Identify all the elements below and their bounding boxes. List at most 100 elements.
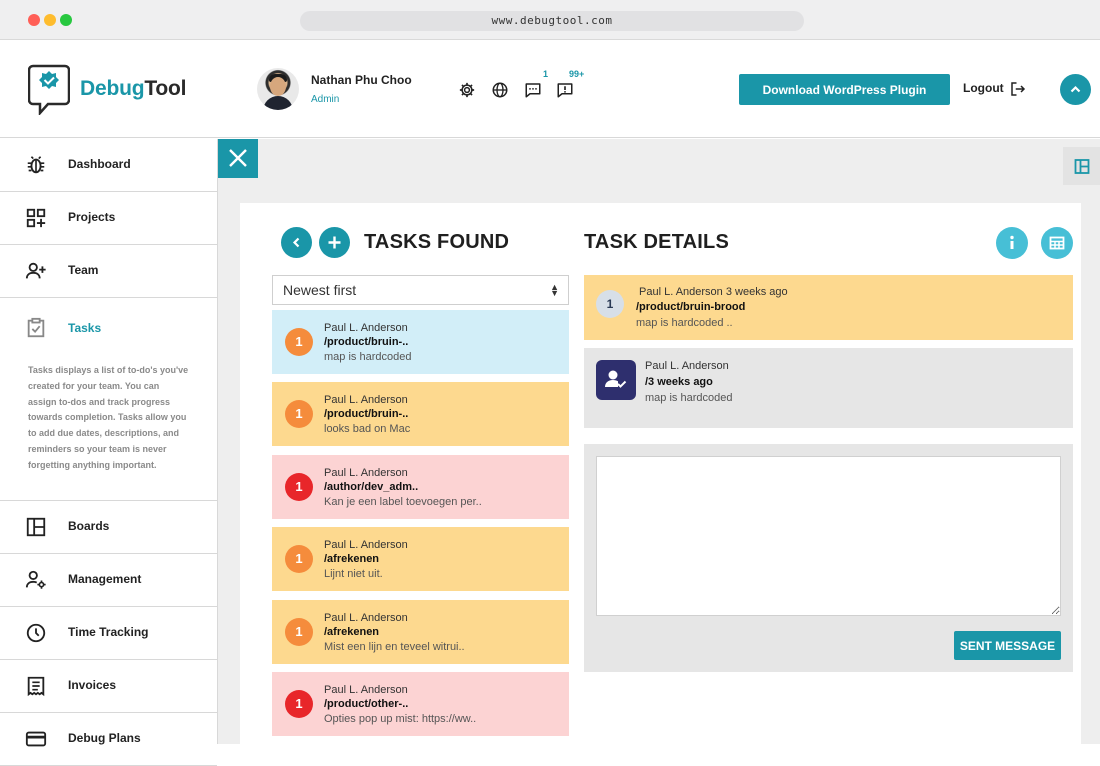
sidebar-item-management[interactable]: Management xyxy=(0,554,217,607)
alert-message-icon[interactable] xyxy=(556,81,574,99)
task-description: map is hardcoded xyxy=(324,351,412,363)
back-button[interactable] xyxy=(281,227,312,258)
task-author: Paul L. Anderson xyxy=(324,394,408,406)
layout-icon xyxy=(1074,159,1090,174)
task-card[interactable]: 1 Paul L. Anderson /product/other-.. Opt… xyxy=(272,672,569,736)
info-button[interactable] xyxy=(996,227,1028,259)
sidebar-item-time-tracking[interactable]: Time Tracking xyxy=(0,607,217,660)
task-description: looks bad on Mac xyxy=(324,423,411,435)
task-path: /product/other-.. xyxy=(324,698,409,710)
brand-logo[interactable]: DebugTool xyxy=(28,63,208,117)
task-path: /product/bruin-.. xyxy=(324,336,409,348)
task-priority-badge: 1 xyxy=(285,690,313,718)
address-bar[interactable]: www.debugtool.com xyxy=(300,11,804,31)
task-path: /afrekenen xyxy=(324,626,380,638)
table-icon xyxy=(1049,236,1065,250)
send-message-button[interactable]: SENT MESSAGE xyxy=(954,631,1061,660)
task-priority-badge: 1 xyxy=(285,400,313,428)
task-path: /product/bruin-.. xyxy=(324,408,409,420)
task-author: Paul L. Anderson xyxy=(324,322,408,334)
task-description: Kan je een label toevoegen per.. xyxy=(324,496,482,508)
checklist-icon xyxy=(27,317,45,338)
gear-icon[interactable] xyxy=(458,81,476,99)
download-plugin-button[interactable]: Download WordPress Plugin xyxy=(739,74,950,105)
task-description: Lijnt niet uit. xyxy=(324,568,383,580)
user-check-avatar xyxy=(596,360,636,400)
task-summary-author: Paul L. Anderson 3 weeks ago xyxy=(639,286,788,298)
logo-bug-chat-icon xyxy=(28,64,70,115)
task-priority-badge: 1 xyxy=(285,473,313,501)
task-author: Paul L. Anderson xyxy=(324,467,408,479)
sort-select-value: Newest first xyxy=(283,282,357,298)
task-description: Opties pop up mist: https://ww.. xyxy=(324,713,477,725)
comment-author: Paul L. Anderson xyxy=(645,360,729,372)
task-card[interactable]: 1 Paul L. Anderson /product/bruin-.. loo… xyxy=(272,382,569,446)
invoice-icon xyxy=(27,676,45,697)
card-icon xyxy=(25,731,47,747)
sidebar: Dashboard Projects Team Tasks Tasks disp… xyxy=(0,139,218,766)
task-card[interactable]: 1 Paul L. Anderson /afrekenen Lijnt niet… xyxy=(272,527,569,591)
task-details-title: TASK DETAILS xyxy=(584,231,729,253)
logout-icon[interactable] xyxy=(1009,80,1027,98)
brand-name: DebugTool xyxy=(80,77,187,100)
layout-toggle-button[interactable] xyxy=(1063,147,1100,185)
sidebar-item-projects[interactable]: Projects xyxy=(0,192,217,245)
close-panel-button[interactable] xyxy=(218,139,258,178)
browser-chrome: www.debugtool.com xyxy=(0,0,1100,40)
task-author: Paul L. Anderson xyxy=(324,684,408,696)
user-name: Nathan Phu Choo xyxy=(311,73,412,87)
task-path: /afrekenen xyxy=(324,553,380,565)
add-task-button[interactable] xyxy=(319,227,350,258)
chevron-left-icon xyxy=(292,237,300,248)
task-summary-path: /product/bruin-brood xyxy=(636,301,746,313)
sidebar-item-boards[interactable]: Boards xyxy=(0,501,217,554)
logout-link[interactable]: Logout xyxy=(963,81,1004,95)
task-card[interactable]: 1 Paul L. Anderson /author/dev_adm.. Kan… xyxy=(272,455,569,519)
tasks-title: TASKS FOUND xyxy=(364,231,510,253)
chat-badge: 1 xyxy=(543,69,549,79)
sidebar-item-debug-plans[interactable]: Debug Plans xyxy=(0,713,217,766)
chevron-up-icon xyxy=(1070,85,1081,93)
window-close-dot[interactable] xyxy=(28,14,40,26)
user-gear-icon xyxy=(25,570,46,589)
window-minimize-dot[interactable] xyxy=(44,14,56,26)
comment-time: /3 weeks ago xyxy=(645,376,713,388)
info-icon xyxy=(1010,235,1014,249)
alert-badge: 99+ xyxy=(569,69,585,79)
task-priority-badge: 1 xyxy=(285,328,313,356)
task-author: Paul L. Anderson xyxy=(324,539,408,551)
tasks-description: Tasks displays a list of to-do's you've … xyxy=(28,365,189,470)
plus-icon xyxy=(328,236,341,249)
sidebar-item-invoices[interactable]: Invoices xyxy=(0,660,217,713)
user-role: Admin xyxy=(311,94,340,105)
scroll-up-button[interactable] xyxy=(1060,74,1091,105)
avatar[interactable] xyxy=(257,68,299,110)
close-icon xyxy=(229,149,247,167)
chat-icon[interactable] xyxy=(524,81,542,99)
sort-select[interactable]: Newest first ▲ ▼ xyxy=(272,275,569,305)
task-path: /author/dev_adm.. xyxy=(324,481,419,493)
sidebar-item-dashboard[interactable]: Dashboard xyxy=(0,139,217,192)
task-priority-badge: 1 xyxy=(285,545,313,573)
globe-icon[interactable] xyxy=(491,81,509,99)
clock-icon xyxy=(26,623,46,643)
task-description: Mist een lijn en teveel witrui.. xyxy=(324,641,465,653)
task-author: Paul L. Anderson xyxy=(324,612,408,624)
table-view-button[interactable] xyxy=(1041,227,1073,259)
sidebar-item-team[interactable]: Team xyxy=(0,245,217,298)
task-summary-description: map is hardcoded .. xyxy=(636,317,733,329)
app-header: DebugTool Nathan Phu Choo Admin 1 99+ Do… xyxy=(0,41,1100,138)
task-card[interactable]: 1 Paul L. Anderson /product/bruin-.. map… xyxy=(272,310,569,374)
comment-text: map is hardcoded xyxy=(645,392,733,404)
task-card[interactable]: 1 Paul L. Anderson /afrekenen Mist een l… xyxy=(272,600,569,664)
message-box: SENT MESSAGE xyxy=(584,444,1073,672)
window-maximize-dot[interactable] xyxy=(60,14,72,26)
task-summary-badge: 1 xyxy=(596,290,624,318)
sort-caret-icon: ▲ ▼ xyxy=(550,282,559,298)
bug-icon xyxy=(27,156,45,174)
grid-plus-icon xyxy=(26,208,46,228)
message-input[interactable] xyxy=(596,456,1061,616)
comment-card: Paul L. Anderson /3 weeks ago map is har… xyxy=(584,348,1073,428)
user-check-icon xyxy=(605,370,627,388)
board-icon xyxy=(26,517,46,537)
